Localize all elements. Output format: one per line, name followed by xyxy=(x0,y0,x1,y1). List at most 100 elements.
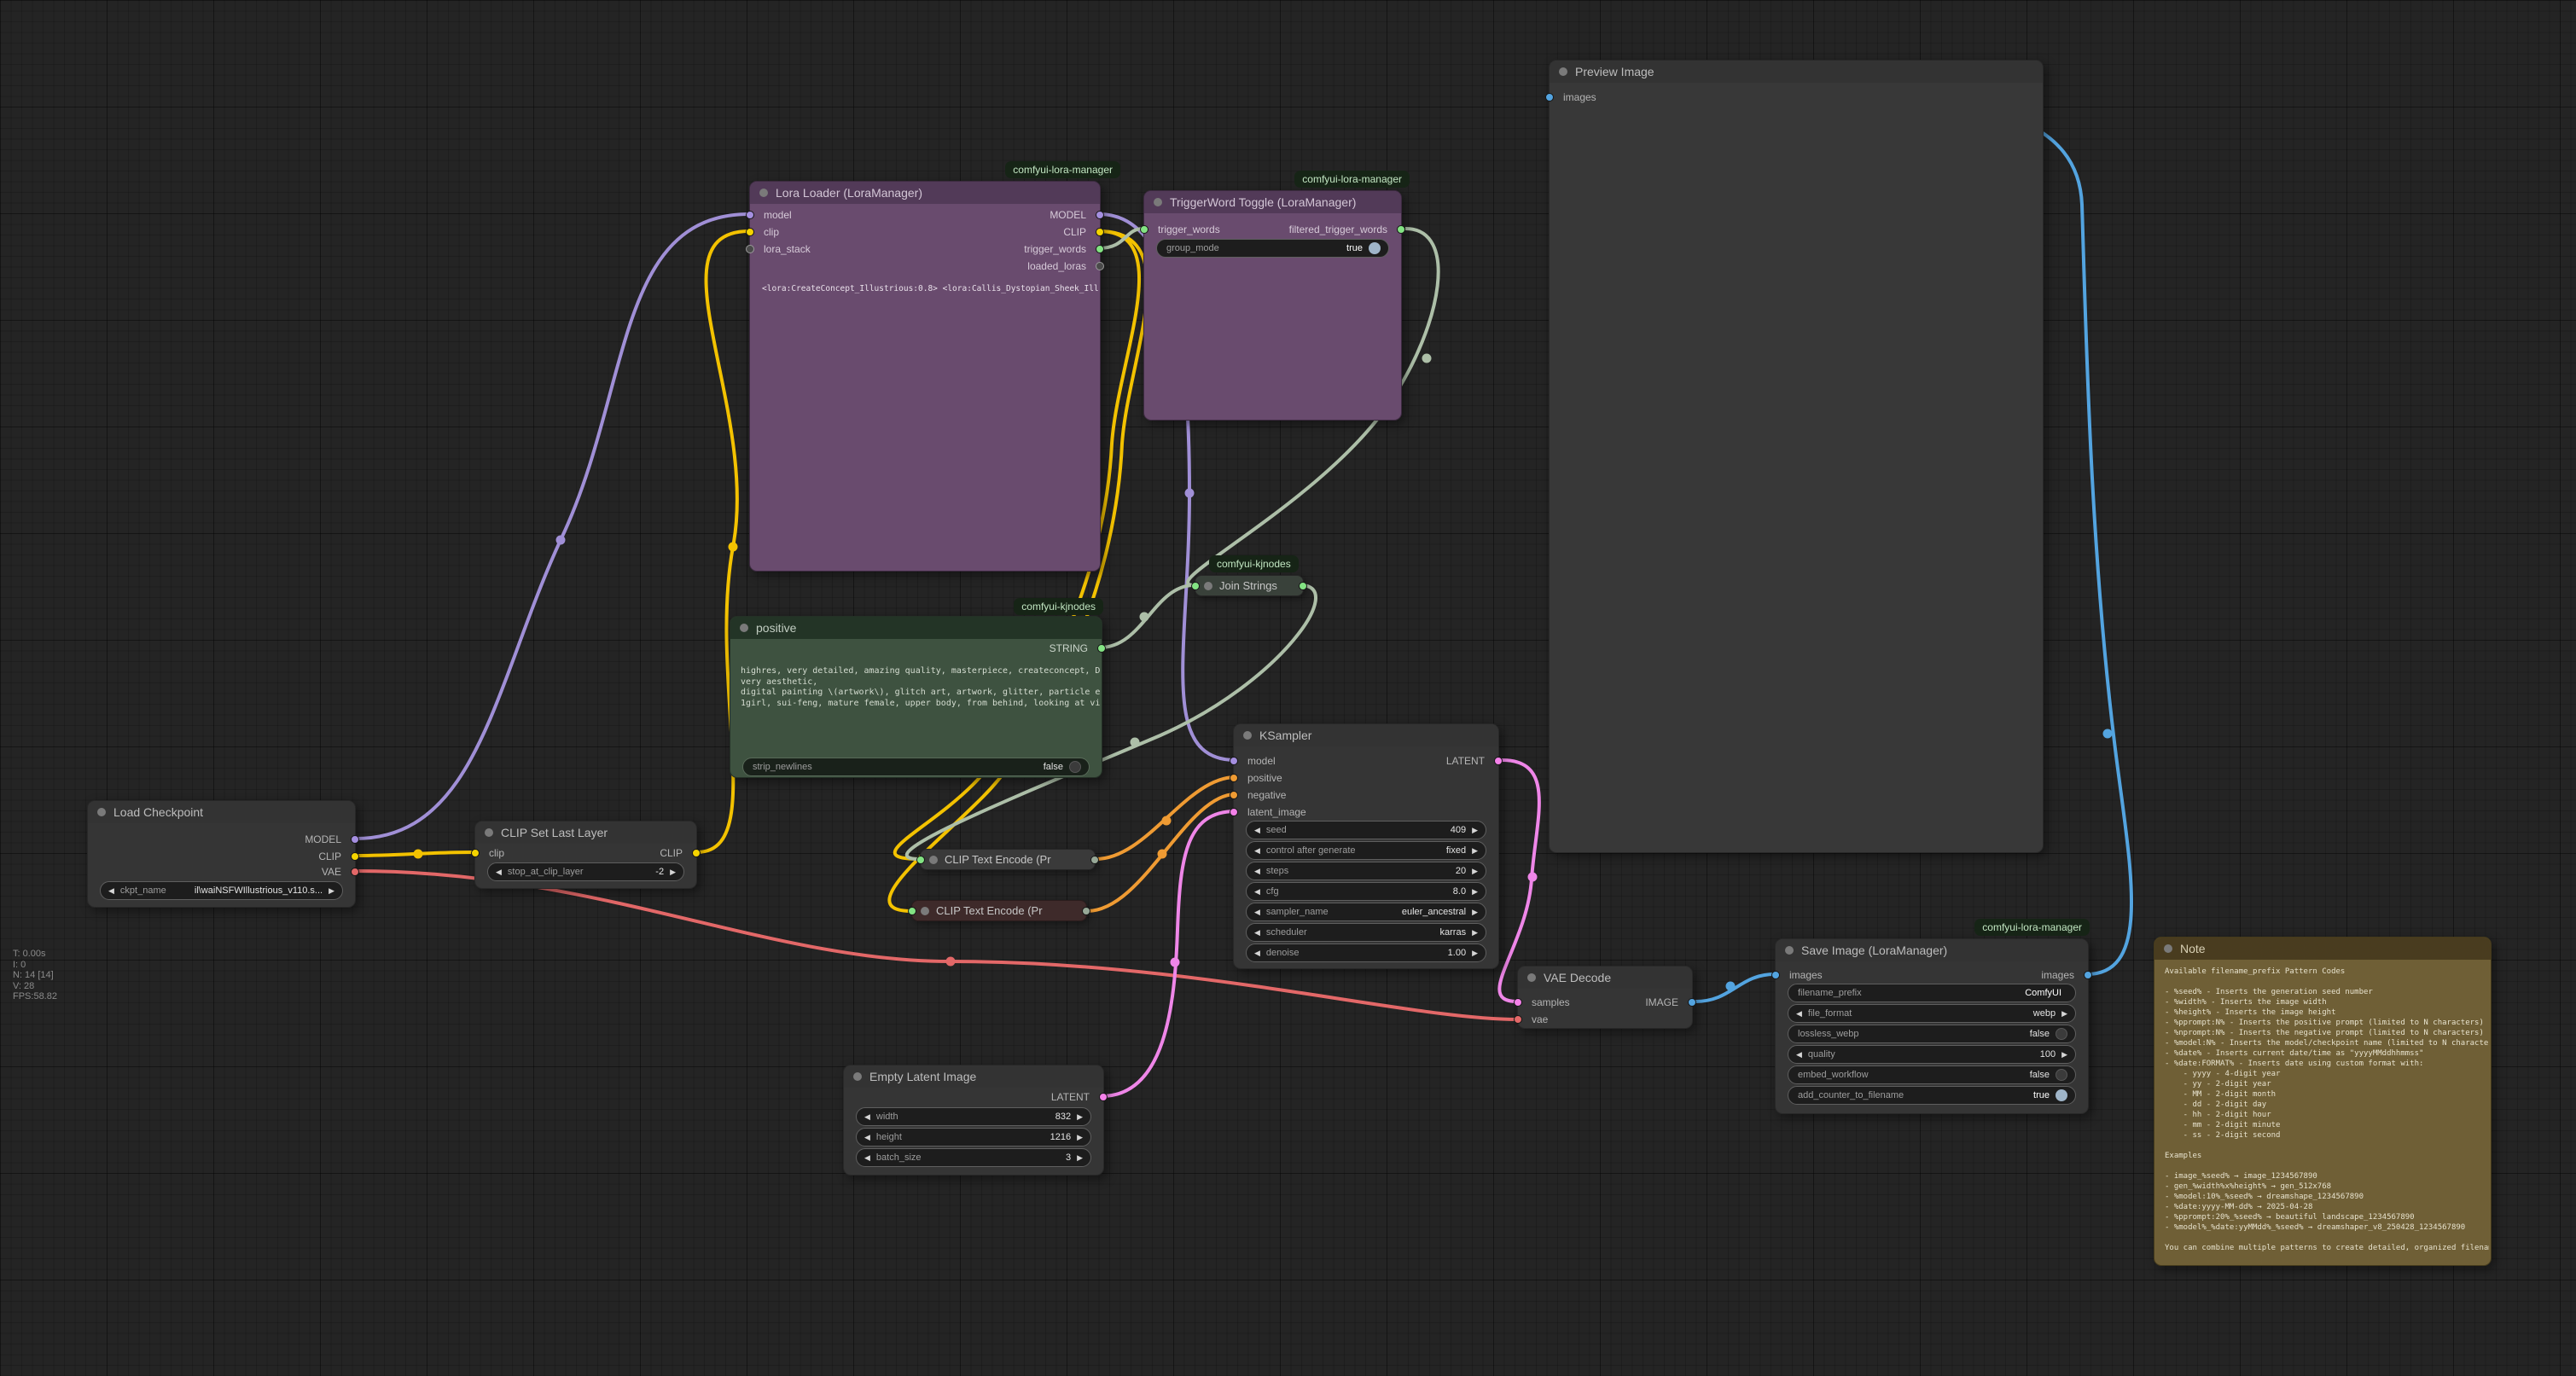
latent-port-dot[interactable] xyxy=(1099,1093,1108,1101)
prev-arrow-icon[interactable]: ◀ xyxy=(864,1107,870,1126)
clip-port-dot[interactable] xyxy=(351,852,359,861)
collapse-dot-icon[interactable] xyxy=(759,189,768,197)
prev-arrow-icon[interactable]: ◀ xyxy=(1254,903,1260,921)
node-positive-prompt[interactable]: comfyui-kjnodes positive STRING highres,… xyxy=(730,616,1102,778)
toggle-on-icon[interactable] xyxy=(2056,1089,2067,1101)
node-title-bar[interactable]: Save Image (LoraManager) xyxy=(1776,939,2088,961)
filename-prefix-widget[interactable]: filename_prefixComfyUI xyxy=(1788,984,2076,1002)
prev-arrow-icon[interactable]: ◀ xyxy=(1796,1004,1802,1023)
collapse-dot-icon[interactable] xyxy=(1154,198,1162,206)
node-title-bar[interactable]: Preview Image xyxy=(1550,61,2043,83)
lora-syntax-text[interactable]: <lora:CreateConcept_Illustrious:0.8> <lo… xyxy=(762,284,1098,305)
toggle-off-icon[interactable] xyxy=(2056,1028,2067,1040)
node-lora-loader[interactable]: comfyui-lora-manager Lora Loader (LoraMa… xyxy=(749,181,1101,572)
node-title-bar[interactable]: KSampler xyxy=(1234,724,1498,746)
model-port-dot[interactable] xyxy=(351,835,359,844)
model-port-dot[interactable] xyxy=(1096,211,1104,219)
conditioning-port-dot[interactable] xyxy=(1230,774,1238,782)
collapse-dot-icon[interactable] xyxy=(1527,973,1536,982)
node-empty-latent-image[interactable]: Empty Latent Image LATENT ◀width832▶ ◀he… xyxy=(843,1065,1104,1176)
node-title-bar[interactable]: CLIP Set Last Layer xyxy=(475,822,696,844)
collapse-dot-icon[interactable] xyxy=(853,1072,862,1081)
prev-arrow-icon[interactable]: ◀ xyxy=(864,1128,870,1147)
node-title-bar[interactable]: positive xyxy=(730,617,1102,639)
file-format-widget[interactable]: ◀file_formatwebp▶ xyxy=(1788,1004,2076,1023)
clip-port-dot[interactable] xyxy=(746,228,754,236)
node-title-bar[interactable]: Lora Loader (LoraManager) xyxy=(750,182,1100,204)
sampler-name-widget[interactable]: ◀sampler_nameeuler_ancestral▶ xyxy=(1246,903,1486,921)
group-mode-toggle-widget[interactable]: group_mode true xyxy=(1156,239,1389,258)
node-title-bar[interactable]: Empty Latent Image xyxy=(844,1065,1103,1088)
lossless-webp-toggle-widget[interactable]: lossless_webpfalse xyxy=(1788,1025,2076,1043)
image-port-dot[interactable] xyxy=(1771,971,1780,979)
node-vae-decode[interactable]: VAE Decode samples vae IMAGE xyxy=(1517,966,1693,1029)
model-port-dot[interactable] xyxy=(746,211,754,219)
node-graph-canvas[interactable]: T: 0.00s I: 0 N: 14 [14] V: 28 FPS:58.82… xyxy=(0,0,2576,1376)
height-widget[interactable]: ◀height1216▶ xyxy=(856,1128,1091,1147)
loaded-loras-port-dot[interactable] xyxy=(1096,262,1104,270)
next-arrow-icon[interactable]: ▶ xyxy=(1472,882,1478,901)
clip-port-dot[interactable] xyxy=(692,849,701,857)
collapsed-input-dot[interactable] xyxy=(908,907,916,915)
next-arrow-icon[interactable]: ▶ xyxy=(1472,821,1478,839)
quality-widget[interactable]: ◀quality100▶ xyxy=(1788,1045,2076,1064)
prev-arrow-icon[interactable]: ◀ xyxy=(1254,821,1260,839)
collapse-dot-icon[interactable] xyxy=(1243,731,1252,740)
stop-at-clip-layer-widget[interactable]: ◀ stop_at_clip_layer -2 ▶ xyxy=(487,862,684,881)
node-preview-image[interactable]: Preview Image images xyxy=(1549,60,2044,853)
prev-arrow-icon[interactable]: ◀ xyxy=(108,881,114,900)
next-arrow-icon[interactable]: ▶ xyxy=(1472,903,1478,921)
scheduler-widget[interactable]: ◀schedulerkarras▶ xyxy=(1246,923,1486,942)
lora-stack-port-dot[interactable] xyxy=(746,245,754,253)
collapse-dot-icon[interactable] xyxy=(1204,582,1212,590)
control-after-generate-widget[interactable]: ◀control after generatefixed▶ xyxy=(1246,841,1486,860)
next-arrow-icon[interactable]: ▶ xyxy=(1472,943,1478,962)
toggle-off-icon[interactable] xyxy=(1069,761,1081,773)
width-widget[interactable]: ◀width832▶ xyxy=(856,1107,1091,1126)
node-join-strings[interactable]: comfyui-kjnodes Join Strings xyxy=(1195,575,1304,596)
toggle-on-icon[interactable] xyxy=(1369,242,1381,254)
string-port-dot[interactable] xyxy=(1140,225,1148,234)
image-port-dot[interactable] xyxy=(2084,971,2092,979)
prev-arrow-icon[interactable]: ◀ xyxy=(864,1148,870,1167)
batch-size-widget[interactable]: ◀batch_size3▶ xyxy=(856,1148,1091,1167)
cfg-widget[interactable]: ◀cfg8.0▶ xyxy=(1246,882,1486,901)
node-clip-text-encode-positive[interactable]: CLIP Text Encode (Pr xyxy=(920,849,1096,870)
node-title-bar[interactable]: Load Checkpoint xyxy=(88,801,355,823)
prev-arrow-icon[interactable]: ◀ xyxy=(1254,841,1260,860)
string-port-dot[interactable] xyxy=(1096,245,1104,253)
image-port-dot[interactable] xyxy=(1545,93,1554,102)
collapse-dot-icon[interactable] xyxy=(929,856,938,864)
collapse-dot-icon[interactable] xyxy=(1559,67,1567,76)
prev-arrow-icon[interactable]: ◀ xyxy=(1796,1045,1802,1064)
seed-widget[interactable]: ◀seed409▶ xyxy=(1246,821,1486,839)
ckpt-name-widget[interactable]: ◀ ckpt_name il\waiNSFWIllustrious_v110.s… xyxy=(100,881,343,900)
prev-arrow-icon[interactable]: ◀ xyxy=(1254,923,1260,942)
node-note[interactable]: Note Available filename_prefix Pattern C… xyxy=(2154,937,2492,1266)
clip-port-dot[interactable] xyxy=(471,849,480,857)
collapsed-output-dot[interactable] xyxy=(1082,907,1090,915)
clip-port-dot[interactable] xyxy=(1096,228,1104,236)
node-title-bar[interactable]: TriggerWord Toggle (LoraManager) xyxy=(1144,191,1401,213)
collapse-dot-icon[interactable] xyxy=(97,808,106,816)
string-port-dot[interactable] xyxy=(1397,225,1405,234)
note-text[interactable]: Available filename_prefix Pattern Codes … xyxy=(2165,967,2489,1260)
vae-port-dot[interactable] xyxy=(351,868,359,876)
denoise-widget[interactable]: ◀denoise1.00▶ xyxy=(1246,943,1486,962)
collapse-dot-icon[interactable] xyxy=(2164,944,2172,953)
node-ksampler[interactable]: KSampler model positive negative latent_… xyxy=(1233,723,1499,969)
collapse-dot-icon[interactable] xyxy=(740,624,748,632)
prev-arrow-icon[interactable]: ◀ xyxy=(1254,943,1260,962)
collapsed-input-dot[interactable] xyxy=(1191,582,1200,590)
embed-workflow-toggle-widget[interactable]: embed_workflowfalse xyxy=(1788,1065,2076,1084)
collapse-dot-icon[interactable] xyxy=(485,828,493,837)
toggle-off-icon[interactable] xyxy=(2056,1069,2067,1081)
collapsed-output-dot[interactable] xyxy=(1299,582,1307,590)
conditioning-port-dot[interactable] xyxy=(1230,791,1238,799)
next-arrow-icon[interactable]: ▶ xyxy=(1472,862,1478,880)
collapsed-output-dot[interactable] xyxy=(1090,856,1099,864)
steps-widget[interactable]: ◀steps20▶ xyxy=(1246,862,1486,880)
collapse-dot-icon[interactable] xyxy=(921,907,929,915)
next-arrow-icon[interactable]: ▶ xyxy=(329,881,334,900)
prev-arrow-icon[interactable]: ◀ xyxy=(1254,882,1260,901)
